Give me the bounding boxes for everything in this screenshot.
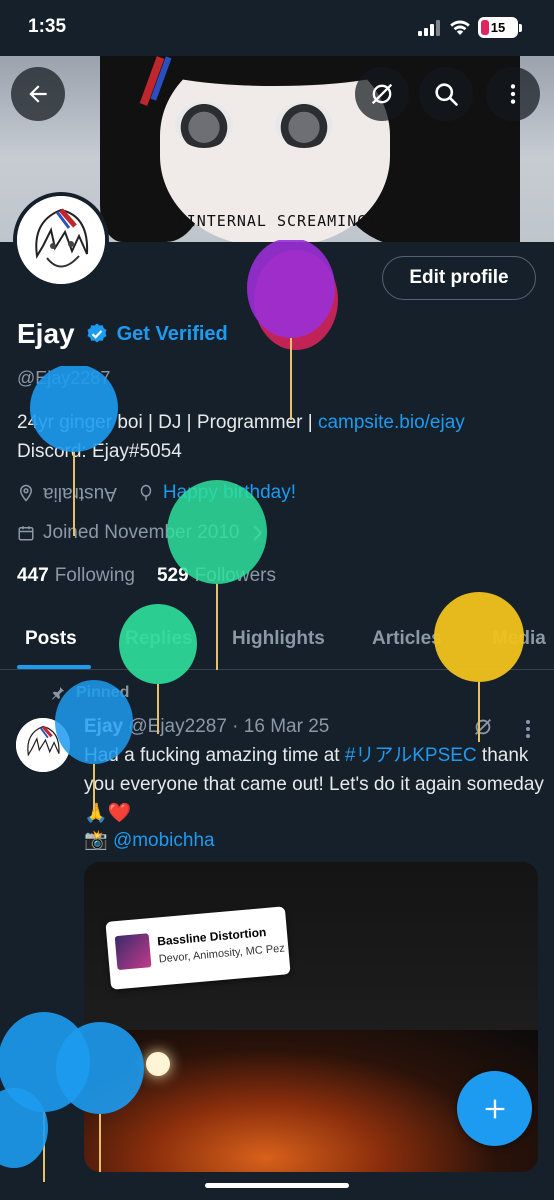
banner-eye-left [175,102,233,148]
profile-tabs: Posts Replies Highlights Articles Media [0,612,554,670]
more-vertical-icon [510,84,516,104]
pinned-indicator: Pinned [50,684,129,702]
balloon-purple [247,240,338,420]
status-bar: 1:35 15 [0,0,554,56]
profile-bio: 24yr ginger boi | DJ | Programmer | camp… [17,408,542,466]
more-options-button[interactable] [486,67,540,121]
verified-badge-icon[interactable] [85,322,109,346]
edit-profile-button[interactable]: Edit profile [382,256,536,300]
bio-link[interactable]: campsite.bio/ejay [318,412,465,433]
bio-discord: Discord: Ejay#5054 [17,441,182,462]
post-avatar-illustration [16,718,70,772]
post-text-before: Had a fucking amazing time at [84,745,345,766]
tab-posts[interactable]: Posts [25,628,77,650]
pin-icon [52,687,64,700]
tab-media[interactable]: Media [492,628,546,650]
battery-icon: 15 [478,17,518,38]
battery-tip [519,24,522,32]
post-more-icon[interactable] [520,718,536,740]
post-hashtag[interactable]: #リアルKPSEC [345,745,477,766]
following-label: Following [54,565,135,586]
profile-meta-location-birthday: Australia Happy birthday! [17,482,296,504]
grok-icon [371,83,393,105]
post-grok-icon[interactable] [472,716,494,738]
compose-post-button[interactable] [457,1071,532,1146]
following-count: 447 [17,565,49,586]
profile-handle: @Ejay2287 [17,368,111,388]
tab-replies[interactable]: Replies [125,628,193,650]
followers-count: 529 [156,565,189,586]
tab-highlights[interactable]: Highlights [232,628,325,650]
active-tab-indicator [17,665,91,669]
banner-eye-right [275,102,333,148]
chevron-right-icon [251,524,263,542]
search-button[interactable] [419,67,473,121]
profile-avatar[interactable] [13,192,109,288]
post-credit: 📸 @mobichha [84,828,215,852]
balloon-icon [137,483,155,503]
battery-level: 15 [490,20,506,35]
post-handle-date: @Ejay2287 · 16 Mar 25 [128,716,330,737]
post-header: Ejay @Ejay2287 · 16 Mar 25 [84,716,329,738]
camera-emoji-icon: 📸 [84,830,113,851]
name-row: Ejay Get Verified [17,318,228,350]
wifi-icon [450,20,470,35]
signal-icon [418,20,442,36]
plus-icon [485,1099,504,1118]
get-verified-link[interactable]: Get Verified [117,323,228,346]
balloon-blue-5 [0,1088,48,1168]
followers-link[interactable]: 529 Followers [157,565,276,587]
post-author-avatar[interactable] [16,718,70,772]
following-link[interactable]: 447 Following [17,565,135,587]
grok-button[interactable] [355,67,409,121]
location-pin-icon [17,483,35,503]
song-art [114,933,152,971]
bio-text: 24yr ginger boi | DJ | Programmer | [17,412,318,433]
follow-stats: 447 Following 529 Followers [17,565,298,587]
balloon-blue-3 [0,1012,90,1182]
status-time: 1:35 [28,16,67,37]
post-author-name[interactable]: Ejay [84,716,123,737]
display-name: Ejay [17,318,75,349]
back-button[interactable] [11,67,65,121]
profile-joined: Joined November 2010 [43,522,240,543]
profile-meta-joined[interactable]: Joined November 2010 [17,522,271,544]
profile-location: Australia [43,483,117,504]
post-text: Had a fucking amazing time at #リアルKPSEC … [84,741,544,828]
home-indicator[interactable] [205,1183,349,1188]
search-icon [435,83,458,106]
arrow-left-icon [29,85,47,103]
tab-articles[interactable]: Articles [372,628,442,650]
avatar-illustration [17,196,105,284]
followers-label: Followers [194,565,276,586]
profile-birthday: Happy birthday! [162,482,296,503]
stage-light [146,1052,170,1076]
pinned-label: Pinned [76,684,130,701]
calendar-icon [17,523,35,543]
post-credit-handle[interactable]: @mobichha [113,830,215,851]
